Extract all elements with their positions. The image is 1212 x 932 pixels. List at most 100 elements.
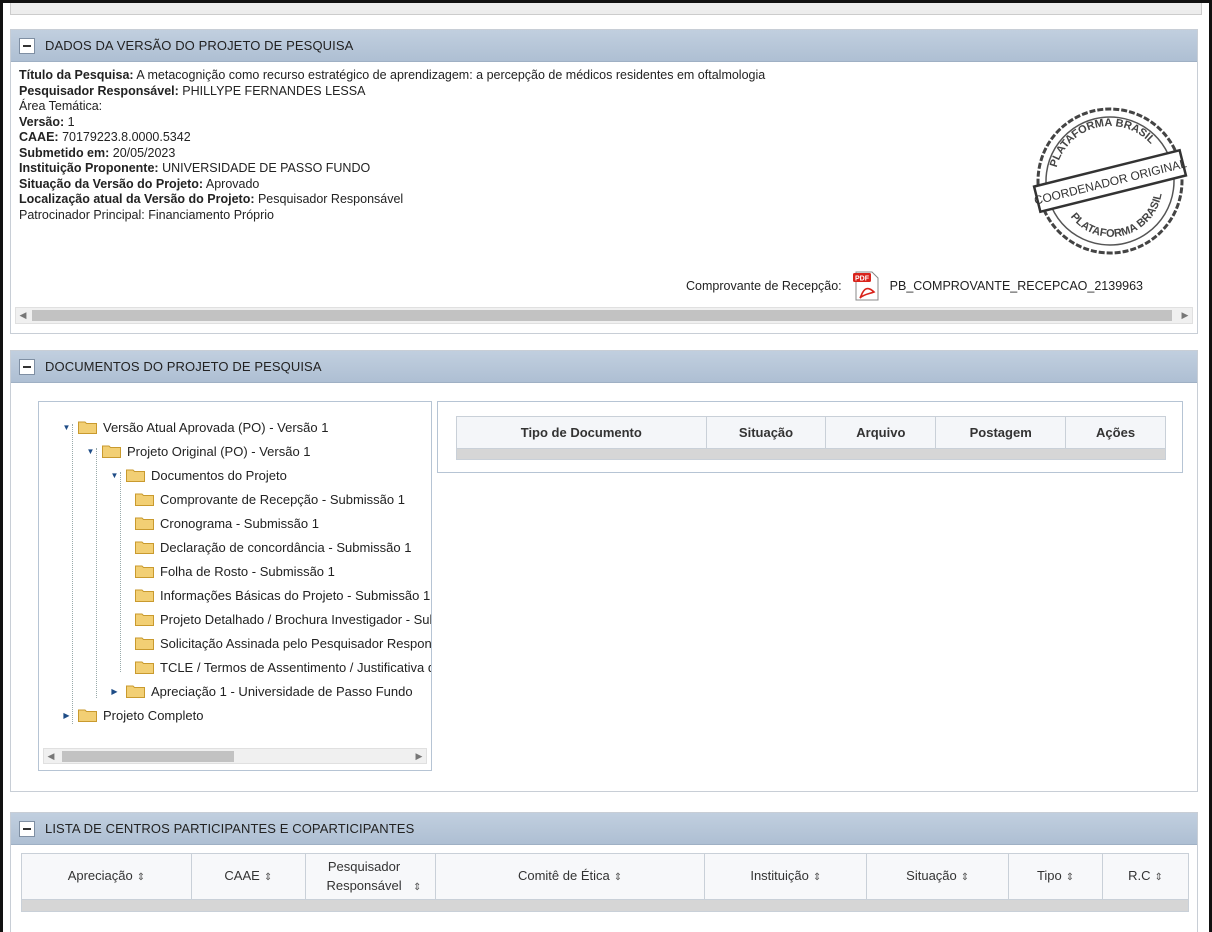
info-value: Pesquisador Responsável (254, 192, 404, 206)
sort-icon[interactable]: ⇕ (813, 872, 821, 883)
info-label: Patrocinador Principal: (19, 207, 145, 222)
info-value: PHILLYPE FERNANDES LESSA (178, 83, 366, 98)
centros-column-header[interactable]: Comitê de Ética ⇕ (434, 853, 706, 900)
tree-node[interactable]: ▼ Documentos do Projeto (109, 464, 287, 486)
empty-row (456, 448, 1166, 460)
column-label: Comitê de Ética (517, 868, 610, 883)
tree-node-label[interactable]: Cronograma - Submissão 1 (160, 516, 319, 531)
doc-column-header[interactable]: Tipo de Documento (456, 416, 707, 449)
sort-icon[interactable]: ⇕ (961, 872, 969, 883)
coordenador-original-stamp: PLATAFORMA BRASIL PLATAFORMA BRASIL COOR… (1033, 105, 1188, 255)
tree-node[interactable]: ▼ Projeto Original (PO) - Versão 1 (85, 440, 311, 462)
scrollbar-thumb[interactable] (62, 751, 234, 762)
horizontal-scrollbar[interactable]: ◀ ▶ (15, 307, 1193, 324)
tree-node-label[interactable]: Projeto Detalhado / Brochura Investigado… (160, 612, 431, 627)
tree-node-label[interactable]: Informações Básicas do Projeto - Submiss… (160, 588, 430, 603)
tree-collapse-icon[interactable]: ▼ (61, 422, 72, 433)
centros-column-header[interactable]: CAAE ⇕ (190, 853, 306, 900)
tree-expand-icon[interactable]: ▶ (61, 710, 72, 721)
info-value: 1 (64, 114, 75, 129)
tree-node-label[interactable]: Apreciação 1 - Universidade de Passo Fun… (151, 684, 413, 699)
tree-node-label[interactable]: Folha de Rosto - Submissão 1 (160, 564, 335, 579)
info-label: Submetido em: (19, 145, 110, 160)
info-value: A metacognição como recurso estratégico … (133, 68, 766, 82)
info-row: Situação da Versão do Projeto: Aprovado (19, 177, 765, 193)
tree-expand-icon[interactable]: ▶ (109, 686, 120, 697)
doc-column-header[interactable]: Arquivo (825, 416, 937, 449)
comprovante-file-link[interactable]: PB_COMPROVANTE_RECEPCAO_2139963 (890, 279, 1143, 293)
sort-icon[interactable]: ⇕ (614, 872, 622, 883)
tree-node-label[interactable]: Solicitação Assinada pelo Pesquisador Re… (160, 636, 431, 651)
info-label: Versão: (19, 114, 65, 129)
tree-node[interactable]: Comprovante de Recepção - Submissão 1 (135, 488, 405, 510)
sort-icon[interactable]: ⇕ (137, 872, 145, 883)
tree-node-label[interactable]: Declaração de concordância - Submissão 1 (160, 540, 411, 555)
panel-header[interactable]: LISTA DE CENTROS PARTICIPANTES E COPARTI… (11, 813, 1197, 845)
scroll-right-icon[interactable]: ▶ (1178, 308, 1192, 323)
info-label: Localização atual da Versão do Projeto: (19, 192, 255, 206)
scroll-left-icon[interactable]: ◀ (16, 308, 30, 323)
doc-column-header[interactable]: Situação (705, 416, 827, 449)
tree-node[interactable]: ▶ Projeto Completo (61, 704, 203, 726)
collapse-icon[interactable] (19, 820, 35, 837)
folder-icon (126, 468, 145, 482)
tree-node[interactable]: Folha de Rosto - Submissão 1 (135, 560, 335, 582)
tree-node[interactable]: ▼ Versão Atual Aprovada (PO) - Versão 1 (61, 416, 329, 438)
info-row: CAAE: 70179223.8.0000.5342 (19, 130, 765, 146)
tree-node[interactable]: TCLE / Termos de Assentimento / Justific… (135, 656, 431, 678)
tree-node-label[interactable]: Projeto Original (PO) - Versão 1 (127, 444, 311, 459)
tree-node[interactable]: Solicitação Assinada pelo Pesquisador Re… (135, 632, 431, 654)
empty-row (21, 899, 1189, 912)
tree-node-label[interactable]: TCLE / Termos de Assentimento / Justific… (160, 660, 431, 675)
info-row: Versão: 1 (19, 115, 765, 131)
info-value: UNIVERSIDADE DE PASSO FUNDO (158, 161, 371, 175)
tree-node-label[interactable]: Versão Atual Aprovada (PO) - Versão 1 (103, 420, 328, 435)
centros-column-header[interactable]: Instituição ⇕ (704, 853, 868, 900)
panel-header[interactable]: DADOS DA VERSÃO DO PROJETO DE PESQUISA (11, 30, 1197, 62)
tree-horizontal-scrollbar[interactable]: ◀ ▶ (43, 748, 427, 764)
centros-column-header[interactable]: Tipo ⇕ (1008, 853, 1104, 900)
sort-icon[interactable]: ⇕ (1155, 872, 1163, 883)
panel-centros: LISTA DE CENTROS PARTICIPANTES E COPARTI… (10, 812, 1198, 932)
centros-column-header[interactable]: Apreciação ⇕ (21, 853, 192, 900)
tree-node[interactable]: Projeto Detalhado / Brochura Investigado… (135, 608, 431, 630)
tree-node-label[interactable]: Projeto Completo (103, 708, 203, 723)
tree-node[interactable]: Declaração de concordância - Submissão 1 (135, 536, 411, 558)
column-label: R.C (1128, 868, 1151, 883)
tree-node-label[interactable]: Documentos do Projeto (151, 468, 287, 483)
tree-node-label[interactable]: Comprovante de Recepção - Submissão 1 (160, 492, 405, 507)
info-row: Submetido em: 20/05/2023 (19, 146, 765, 162)
document-tree: ◀ ▶ ▼ Versão Atual Aprovada (PO) - Versão… (38, 401, 432, 771)
centros-column-header[interactable]: R.C ⇕ (1102, 853, 1189, 900)
pdf-icon[interactable]: PDF (852, 270, 882, 302)
scrollbar-thumb[interactable] (32, 310, 1172, 321)
scroll-left-icon[interactable]: ◀ (44, 749, 58, 764)
column-label: Instituição (750, 868, 809, 883)
tree-node[interactable]: ▶ Apreciação 1 - Universidade de Passo Fu… (109, 680, 413, 702)
info-row: Instituição Proponente: UNIVERSIDADE DE … (19, 161, 765, 177)
folder-icon (135, 516, 154, 530)
doc-column-header[interactable]: Postagem (935, 416, 1067, 449)
info-row: Pesquisador Responsável: PHILLYPE FERNAN… (19, 84, 765, 100)
tree-node[interactable]: Informações Básicas do Projeto - Submiss… (135, 584, 430, 606)
info-value: 20/05/2023 (109, 145, 176, 160)
tree-collapse-icon[interactable]: ▼ (109, 470, 120, 481)
centros-column-header[interactable]: Situação ⇕ (866, 853, 1010, 900)
document-table: Tipo de Documento Situação Arquivo Postagem… (456, 416, 1166, 460)
sort-icon[interactable]: ⇕ (1066, 872, 1074, 883)
folder-icon (135, 540, 154, 554)
sort-icon[interactable]: ⇕ (264, 872, 272, 883)
tree-collapse-icon[interactable]: ▼ (85, 446, 96, 457)
tree-node[interactable]: Cronograma - Submissão 1 (135, 512, 319, 534)
collapse-icon[interactable] (19, 37, 35, 54)
folder-icon (135, 492, 154, 506)
centros-table: Apreciação ⇕ CAAE ⇕ Pesquisador Responsável ⇕… (21, 853, 1189, 912)
info-value: Financiamento Próprio (144, 207, 274, 222)
doc-column-header[interactable]: Ações (1065, 416, 1166, 449)
info-row: Área Temática: (19, 99, 765, 115)
sort-icon[interactable]: ⇕ (413, 882, 421, 893)
panel-header[interactable]: DOCUMENTOS DO PROJETO DE PESQUISA (11, 351, 1197, 383)
scroll-right-icon[interactable]: ▶ (412, 749, 426, 764)
centros-column-header[interactable]: Pesquisador Responsável ⇕ (304, 853, 436, 900)
collapse-icon[interactable] (19, 358, 35, 375)
